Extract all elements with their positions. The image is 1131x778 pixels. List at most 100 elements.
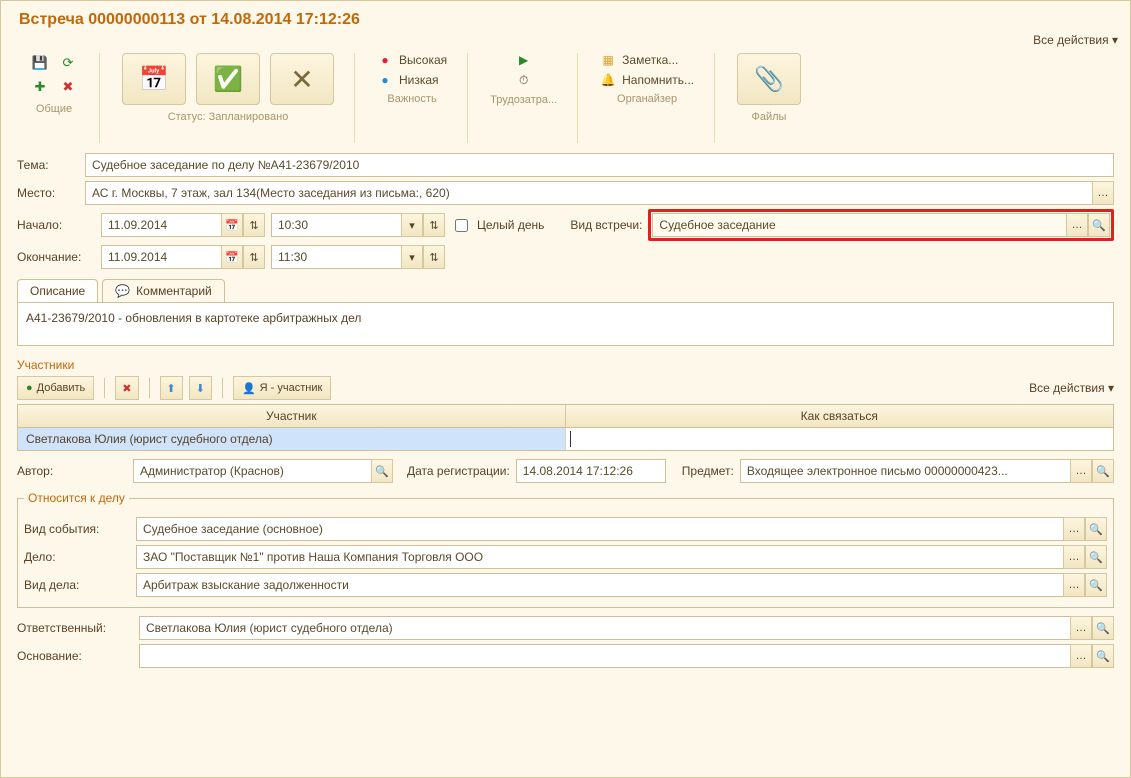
responsible-search-button[interactable]: 🔍	[1092, 616, 1114, 640]
x-red-icon: ✖	[122, 382, 131, 395]
place-input[interactable]	[85, 181, 1092, 205]
end-date-input[interactable]	[101, 245, 221, 269]
tab-description[interactable]: Описание	[17, 279, 98, 302]
plus-icon: ●	[26, 382, 33, 394]
participants-all-actions-button[interactable]: Все действия ▾	[1029, 381, 1114, 395]
basis-input[interactable]	[139, 644, 1070, 668]
start-time-spin-button[interactable]: ⇅	[423, 213, 445, 237]
case-legend: Относится к делу	[24, 491, 129, 505]
case-input[interactable]	[136, 545, 1063, 569]
ribbon-organizer: ▦ Заметка... 🔔 Напомнить... Органайзер	[588, 53, 715, 143]
basis-search-button[interactable]: 🔍	[1092, 644, 1114, 668]
casetype-ellipsis-button[interactable]: …	[1063, 573, 1085, 597]
ribbon-importance: ● Высокая ● Низкая Важность	[365, 53, 468, 143]
end-time-dd-button[interactable]: ▾	[401, 245, 423, 269]
ribbon-organizer-label: Органайзер	[617, 93, 677, 105]
author-input[interactable]	[133, 459, 371, 483]
effort-start-button[interactable]: ▶	[516, 53, 532, 67]
subject-input[interactable]	[740, 459, 1070, 483]
add-participant-button[interactable]: ● Добавить	[17, 376, 94, 400]
subject-ellipsis-button[interactable]: …	[1070, 459, 1092, 483]
start-date-spin-button[interactable]: ⇅	[243, 213, 265, 237]
place-label: Место:	[17, 186, 79, 200]
meetingtype-search-button[interactable]: 🔍	[1088, 213, 1110, 237]
ribbon-importance-label: Важность	[387, 93, 436, 105]
eventtype-ellipsis-button[interactable]: …	[1063, 517, 1085, 541]
ribbon-status-label: Статус: Запланировано	[168, 111, 289, 123]
ribbon-status: 📅 ✅ ✕ Статус: Запланировано	[110, 53, 355, 143]
meetingtype-input[interactable]	[652, 213, 1066, 237]
end-date-cal-button[interactable]: 📅	[221, 245, 243, 269]
description-textarea[interactable]: А41-23679/2010 - обновления в картотеке …	[17, 302, 1114, 346]
refresh-icon[interactable]: ⟳	[57, 53, 79, 73]
status-plan-button[interactable]: 📅	[122, 53, 186, 105]
arrow-down-icon: ⬇	[196, 382, 205, 395]
regdate-label: Дата регистрации:	[407, 464, 510, 478]
importance-low-button[interactable]: ● Низкая	[377, 73, 439, 87]
cell-contact[interactable]	[566, 428, 1114, 450]
responsible-ellipsis-button[interactable]: …	[1070, 616, 1092, 640]
table-row[interactable]: Светлакова Юлия (юрист судебного отдела)	[18, 428, 1113, 450]
organizer-note-button[interactable]: ▦ Заметка...	[600, 53, 678, 67]
status-cancel-button[interactable]: ✕	[270, 53, 334, 105]
delete-doc-icon[interactable]: ✖	[57, 77, 79, 97]
tab-comment[interactable]: 💬 Комментарий	[102, 279, 225, 302]
participants-table: Участник Как связаться Светлакова Юлия (…	[17, 404, 1114, 451]
remove-participant-button[interactable]: ✖	[115, 376, 138, 400]
theme-input[interactable]	[85, 153, 1114, 177]
status-done-button[interactable]: ✅	[196, 53, 260, 105]
all-actions-button[interactable]: Все действия	[1033, 33, 1118, 47]
case-label: Дело:	[24, 550, 130, 564]
responsible-input[interactable]	[139, 616, 1070, 640]
basis-ellipsis-button[interactable]: …	[1070, 644, 1092, 668]
ribbon-effort-label: Трудозатра...	[490, 94, 557, 106]
case-ellipsis-button[interactable]: …	[1063, 545, 1085, 569]
files-button[interactable]: 📎	[737, 53, 801, 105]
importance-high-button[interactable]: ● Высокая	[377, 53, 447, 67]
move-down-button[interactable]: ⬇	[189, 376, 212, 400]
responsible-label: Ответственный:	[17, 621, 133, 635]
start-time-dd-button[interactable]: ▾	[401, 213, 423, 237]
subject-label: Предмет:	[682, 464, 734, 478]
move-up-button[interactable]: ⬆	[160, 376, 183, 400]
casetype-input[interactable]	[136, 573, 1063, 597]
clock-icon: ⏱	[516, 73, 532, 88]
start-time-input[interactable]	[271, 213, 401, 237]
allday-label: Целый день	[477, 218, 544, 232]
end-date-spin-button[interactable]: ⇅	[243, 245, 265, 269]
ribbon-effort: ▶ ⏱ Трудозатра...	[478, 53, 578, 143]
author-label: Автор:	[17, 464, 127, 478]
eventtype-search-button[interactable]: 🔍	[1085, 517, 1107, 541]
meetingtype-ellipsis-button[interactable]: …	[1066, 213, 1088, 237]
th-contact[interactable]: Как связаться	[566, 405, 1114, 427]
end-time-spin-button[interactable]: ⇅	[423, 245, 445, 269]
save-icon[interactable]: 💾	[29, 53, 51, 73]
regdate-input[interactable]	[516, 459, 666, 483]
casetype-label: Вид дела:	[24, 578, 130, 592]
comments-icon: 💬	[115, 284, 130, 298]
start-date-cal-button[interactable]: 📅	[221, 213, 243, 237]
start-label: Начало:	[17, 218, 95, 232]
casetype-search-button[interactable]: 🔍	[1085, 573, 1107, 597]
th-participant[interactable]: Участник	[18, 405, 566, 427]
case-search-button[interactable]: 🔍	[1085, 545, 1107, 569]
arrow-up-icon: ⬆	[167, 382, 176, 395]
effort-timer-button[interactable]: ⏱	[516, 73, 532, 88]
play-icon: ▶	[516, 53, 532, 67]
person-icon: 👤	[242, 382, 256, 395]
allday-checkbox[interactable]	[455, 219, 468, 232]
eventtype-input[interactable]	[136, 517, 1063, 541]
cell-participant[interactable]: Светлакова Юлия (юрист судебного отдела)	[18, 428, 566, 450]
end-time-input[interactable]	[271, 245, 401, 269]
start-date-input[interactable]	[101, 213, 221, 237]
exclaim-red-icon: ●	[377, 53, 393, 67]
window-root: Встреча 00000000113 от 14.08.2014 17:12:…	[0, 0, 1131, 778]
place-ellipsis-button[interactable]: …	[1092, 181, 1114, 205]
organizer-remind-button[interactable]: 🔔 Напомнить...	[600, 73, 694, 87]
new-doc-icon[interactable]: ✚	[29, 77, 51, 97]
case-fieldset: Относится к делу Вид события: … 🔍 Дело: …	[17, 491, 1114, 608]
iam-participant-button[interactable]: 👤 Я - участник	[233, 376, 331, 400]
ribbon-files-label: Файлы	[752, 111, 787, 123]
author-search-button[interactable]: 🔍	[371, 459, 393, 483]
subject-search-button[interactable]: 🔍	[1092, 459, 1114, 483]
